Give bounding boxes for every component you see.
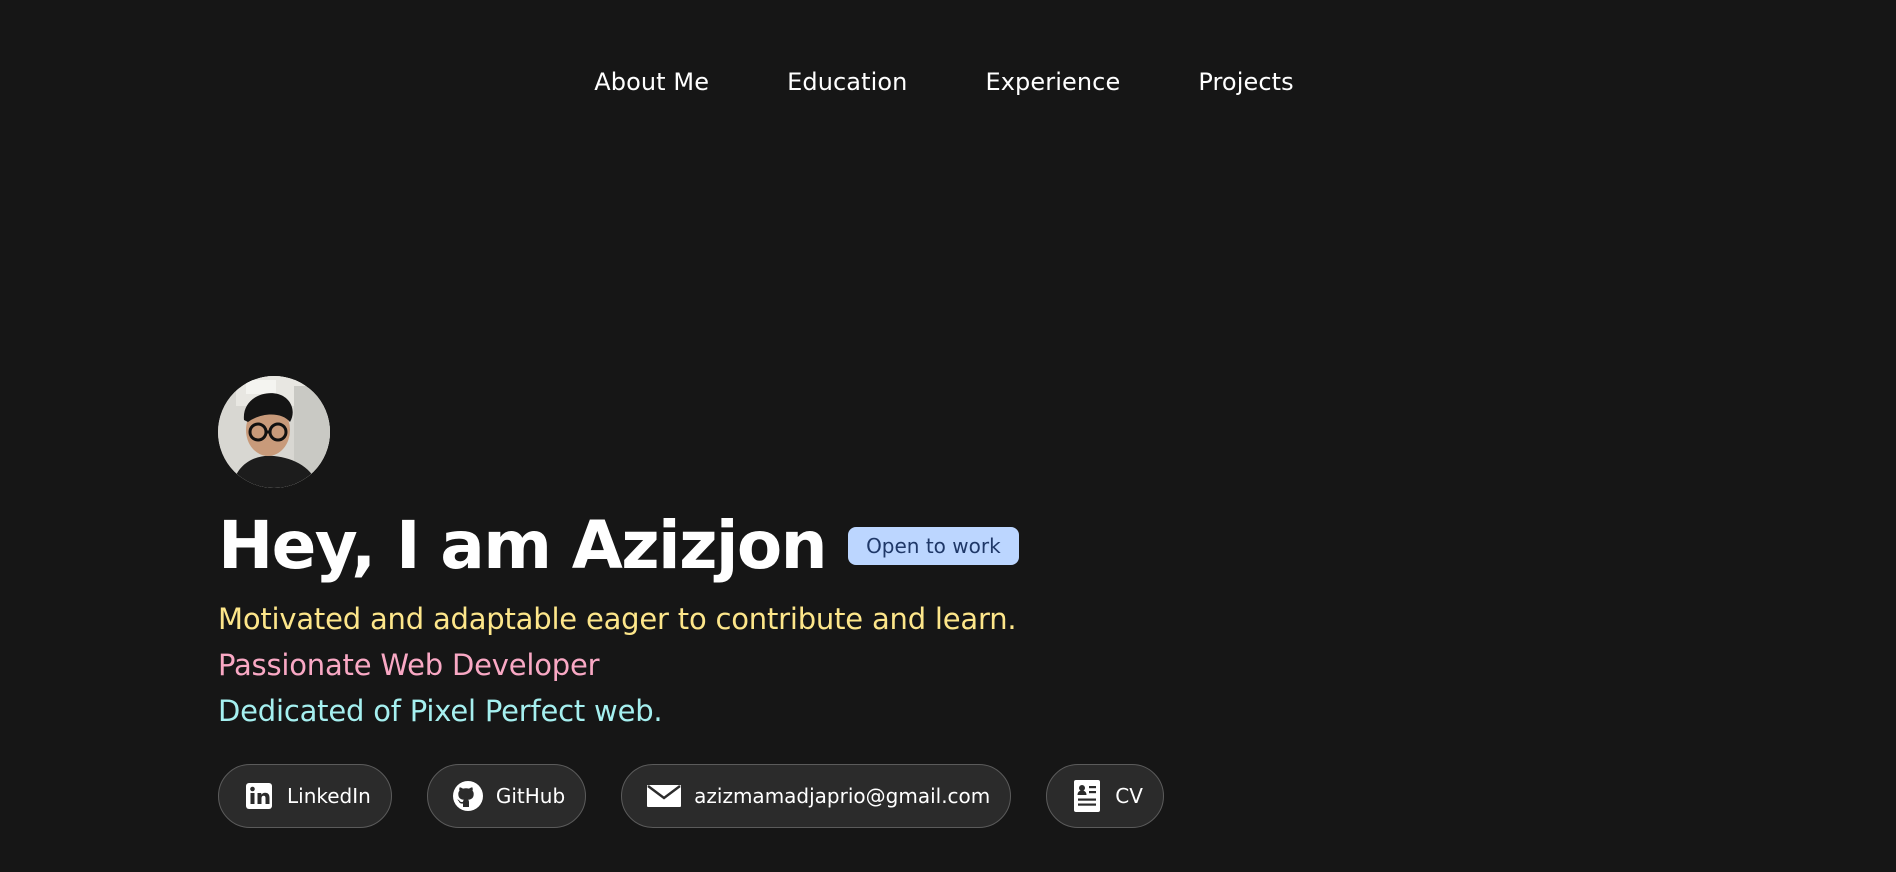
- github-button[interactable]: GitHub: [426, 764, 587, 828]
- linkedin-icon: [243, 780, 275, 812]
- linkedin-label: LinkedIn: [287, 784, 371, 808]
- github-icon: [452, 780, 484, 812]
- page-title: Hey, I am Azizjon: [218, 507, 828, 584]
- top-navigation: About Me Education Experience Projects: [0, 64, 1896, 100]
- tagline-motivated: Motivated and adaptable eager to contrib…: [218, 602, 1017, 636]
- nav-link-projects[interactable]: Projects: [1198, 64, 1293, 100]
- linkedin-button[interactable]: LinkedIn: [218, 764, 392, 828]
- cv-label: CV: [1115, 784, 1143, 808]
- tagline-pixel-perfect: Dedicated of Pixel Perfect web.: [218, 694, 663, 728]
- tagline-web-developer: Passionate Web Developer: [218, 648, 600, 682]
- nav-link-experience[interactable]: Experience: [985, 64, 1120, 100]
- title-row: Hey, I am Azizjon Open to work: [218, 508, 1164, 584]
- social-links: LinkedIn GitHub azizmamadjaprio@gmail.co…: [218, 764, 1164, 828]
- cv-button[interactable]: CV: [1046, 764, 1164, 828]
- email-button[interactable]: azizmamadjaprio@gmail.com: [621, 764, 1012, 828]
- status-badge: Open to work: [848, 527, 1019, 565]
- profile-photo: [218, 376, 330, 488]
- nav-link-education[interactable]: Education: [787, 64, 907, 100]
- hero-section: Hey, I am Azizjon Open to work Motivated…: [218, 376, 1164, 828]
- nav-link-about-me[interactable]: About Me: [594, 64, 709, 100]
- avatar: [218, 376, 330, 488]
- document-icon: [1071, 780, 1103, 812]
- email-label: azizmamadjaprio@gmail.com: [694, 784, 991, 808]
- github-label: GitHub: [495, 784, 566, 808]
- mail-icon: [646, 780, 682, 812]
- nav-links: About Me Education Experience Projects: [594, 64, 1294, 100]
